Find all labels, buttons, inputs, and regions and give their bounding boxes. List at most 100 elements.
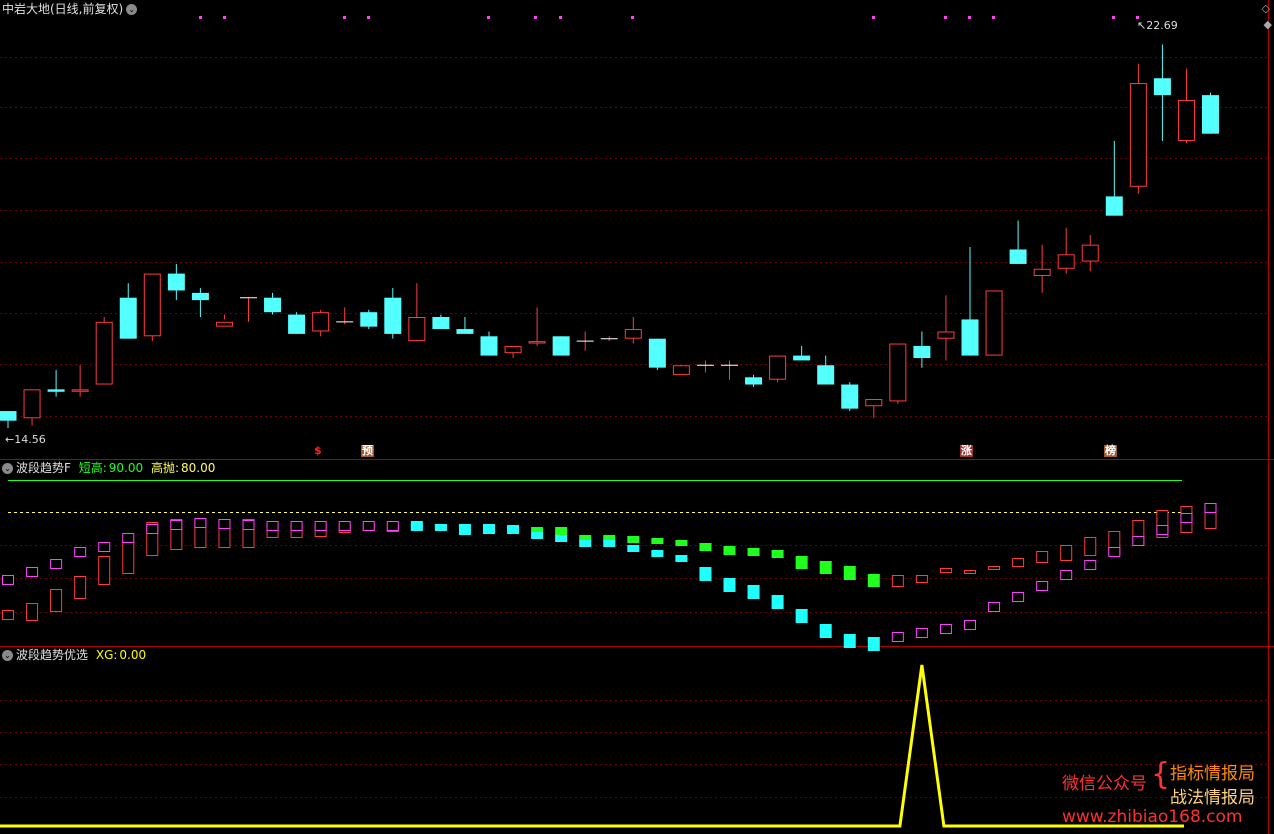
- signal-dot: [534, 16, 537, 19]
- candle-body: [1153, 78, 1171, 96]
- trend-bar-upper: [98, 556, 111, 585]
- trend-bar-lower: [242, 520, 255, 530]
- candle-body: [1009, 249, 1027, 264]
- f1-label: 短高:: [78, 461, 107, 475]
- brace-icon: {: [1151, 757, 1171, 792]
- candle-body: [1033, 268, 1051, 277]
- trend-bar-lower: [122, 533, 135, 543]
- trend-bar-upper: [458, 524, 471, 528]
- candle-body: [23, 389, 41, 419]
- candle-body: [312, 312, 330, 332]
- diamond-icon[interactable]: ◇: [1262, 2, 1270, 16]
- xg-value: 0.00: [119, 648, 147, 662]
- trend-bar-lower: [338, 521, 351, 531]
- candle-body: [961, 319, 979, 356]
- signal-dot: [559, 16, 562, 19]
- trend-bar-lower: [867, 637, 880, 651]
- trend-bar-upper: [964, 570, 976, 574]
- candle-body: [288, 314, 306, 334]
- signal-dot: [367, 16, 370, 19]
- trend-bar-upper: [891, 575, 904, 587]
- trend-bar-lower: [603, 540, 616, 547]
- candle-body: [1177, 99, 1195, 141]
- trend-bar-lower: [146, 524, 159, 534]
- signal-dot: [968, 16, 971, 19]
- chart-title-bar: 中岩大地(日线,前复权) ⌄: [2, 2, 138, 16]
- trend-bar-lower: [843, 634, 856, 648]
- trend-bar-lower: [1108, 547, 1121, 557]
- trend-bar-lower: [458, 528, 471, 535]
- signal-dot: [872, 16, 875, 19]
- candle-body: [264, 297, 282, 313]
- trend-bar-lower: [795, 609, 808, 623]
- candle-body: [793, 355, 811, 361]
- trend-bar-upper: [26, 603, 39, 621]
- trend-bar-upper: [915, 575, 928, 583]
- candle-body: [504, 345, 522, 354]
- rise-marker: 涨: [960, 444, 973, 457]
- trend-bar-lower: [434, 524, 447, 531]
- candle-body: [841, 384, 859, 409]
- trend-bar-lower: [627, 545, 640, 552]
- f2-value: 80.00: [181, 461, 216, 475]
- panel-collapse-icon[interactable]: ⌄: [2, 650, 13, 661]
- candle-body: [769, 355, 787, 380]
- signal-dot: [631, 16, 634, 19]
- chevron-down-icon[interactable]: ⌄: [126, 4, 138, 15]
- signal-dot: [1112, 16, 1115, 19]
- candle-body: [1202, 95, 1219, 134]
- trend-bar-upper: [2, 610, 14, 620]
- dollar-marker: $: [314, 444, 322, 457]
- trend-bar-upper: [1036, 551, 1049, 563]
- trend-bar-upper: [988, 566, 1001, 570]
- candle-body: [889, 343, 907, 402]
- watermark-url[interactable]: www.zhibiao168.com: [1062, 807, 1242, 827]
- panel-collapse-icon[interactable]: ⌄: [2, 463, 13, 474]
- trend-bar-upper: [699, 543, 712, 551]
- f2-label: 高抛:: [150, 461, 180, 475]
- trend-bar-lower: [915, 628, 928, 638]
- trend-bar-lower: [1132, 536, 1145, 546]
- trend-bar-lower: [1012, 592, 1025, 602]
- arrow-icon: ↖: [1137, 19, 1147, 32]
- trend-bar-lower: [290, 521, 303, 531]
- candle-body: [624, 329, 642, 339]
- candle-body: [1105, 196, 1123, 216]
- candle-body: [817, 365, 835, 385]
- trend-bar-upper: [555, 527, 568, 536]
- panel2-name: 波段趋势F: [16, 461, 71, 475]
- panel3-name: 波段趋势优选: [16, 648, 89, 662]
- candle-body: [913, 345, 931, 358]
- trend-bar-upper: [723, 546, 736, 555]
- trend-bar-lower: [988, 602, 1001, 612]
- candle-body: [648, 338, 666, 368]
- signal-dot: [199, 16, 202, 19]
- xg-line: [0, 664, 1184, 828]
- trend-bar-lower: [723, 578, 736, 592]
- trend-bar-lower: [555, 535, 568, 542]
- rank-marker: 榜: [1104, 444, 1117, 457]
- signal-dot: [944, 16, 947, 19]
- signal-dot: [992, 16, 995, 19]
- high-price-label: ↖22.69: [1137, 19, 1178, 32]
- diamond-filled-icon[interactable]: ◆: [1264, 18, 1272, 32]
- candle-body: [0, 411, 17, 421]
- trend-bar-lower: [483, 527, 495, 534]
- trend-bar-upper: [651, 538, 664, 544]
- candle-body: [480, 336, 498, 356]
- arrow-icon: ←: [5, 433, 15, 446]
- chart-canvas: [0, 0, 1274, 834]
- trend-bar-lower: [386, 521, 399, 531]
- candle-body: [1081, 244, 1099, 262]
- trend-bar-lower: [507, 527, 520, 534]
- trend-bar-lower: [266, 521, 279, 531]
- watermark-line2: 战法情报局: [1170, 788, 1255, 808]
- trend-bar-upper: [74, 576, 87, 599]
- candle-body: [167, 273, 185, 291]
- trend-bar-lower: [410, 521, 423, 528]
- candle-body: [985, 290, 1003, 356]
- trend-bar-upper: [819, 561, 832, 574]
- candle-body: [552, 336, 570, 356]
- low-price-label: ←14.56: [5, 433, 46, 446]
- candle-body: [191, 292, 209, 301]
